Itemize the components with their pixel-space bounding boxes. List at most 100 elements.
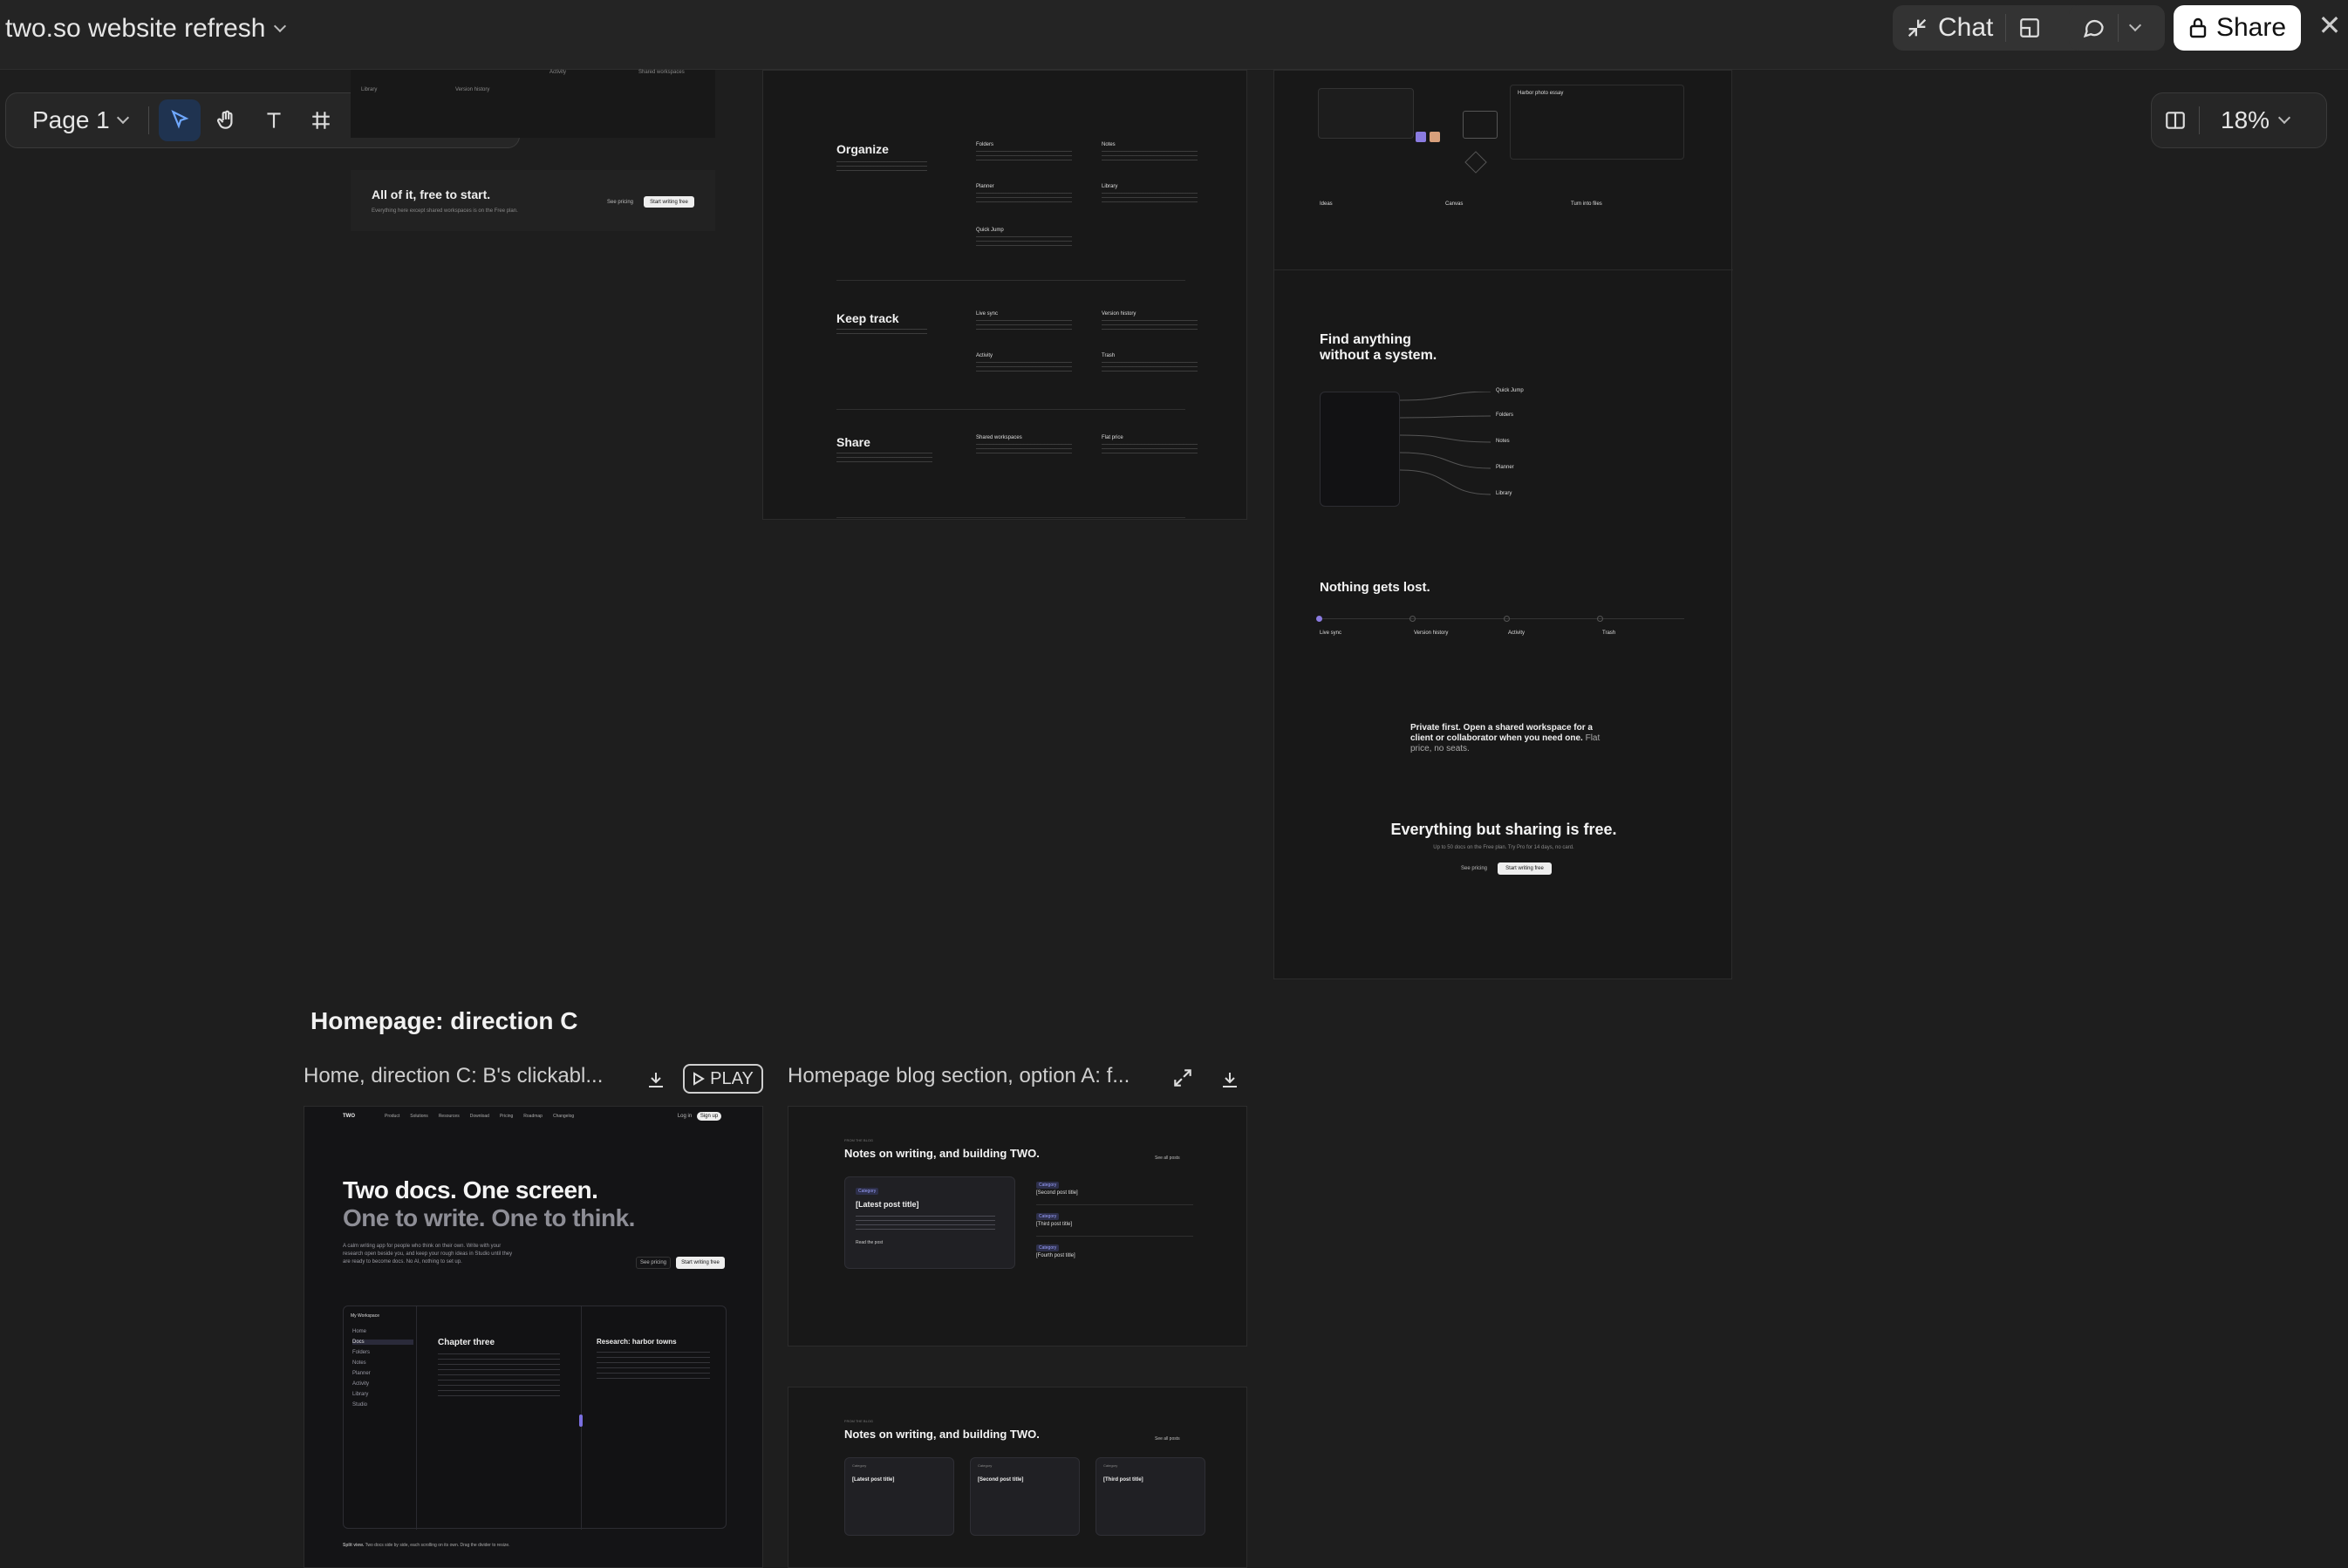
feature-item: Folders [976,142,994,147]
category-tag: Category [856,1188,879,1195]
pointer-icon [171,110,189,129]
feature-desc [1102,362,1198,374]
card-caption[interactable]: Home, direction C: B's clickabl... [304,1064,619,1088]
preview-blog-option-b[interactable]: FROM THE BLOG Notes on writing, and buil… [788,1387,1247,1568]
start-writing-button[interactable]: Start writing free [1498,862,1552,875]
nav-item[interactable]: Solutions [410,1114,428,1119]
featured-post-card[interactable]: Category [Latest post title] Read the po… [844,1176,1015,1269]
ideas-panel [1318,88,1414,139]
comments-menu-button[interactable] [2119,5,2152,51]
page-selector[interactable]: Page 1 [15,106,141,134]
post-title: [Latest post title] [852,1477,895,1483]
category-tag: Category [1036,1244,1060,1251]
free-title: Everything but sharing is free. [1390,821,1617,838]
group-title: Organize [836,142,889,156]
feature-desc [976,236,1072,249]
play-icon [693,1072,706,1086]
nav-item[interactable]: Changelog [553,1114,574,1119]
post-title[interactable]: [Fourth post title] [1036,1253,1075,1258]
page-label: Page 1 [32,106,110,133]
timeline-dot [1504,616,1510,622]
nav-item[interactable]: Resources [439,1114,460,1119]
share-button[interactable]: Share [2174,5,2301,51]
app-mock: My Workspace Home Docs Folders Notes Pla… [343,1306,727,1530]
feature-item: Quick Jump [976,228,1004,233]
document-title: two.so website refresh [5,14,266,43]
hero-subheadline: One to write. One to think. [343,1204,635,1231]
zoom-selector[interactable]: 18% [2200,106,2291,134]
hand-tool[interactable] [206,99,248,141]
layout-icon [2020,18,2040,37]
comments-icon [2083,19,2104,38]
timeline-dot [1409,616,1416,622]
doc-body [438,1353,560,1397]
see-pricing-button[interactable]: See pricing [1454,862,1494,875]
split-desc: Two docs side by side, each scrolling on… [365,1543,510,1548]
download-button[interactable] [642,1066,670,1094]
feature-desc [1102,444,1198,456]
expand-button[interactable] [1169,1064,1197,1092]
comments-button[interactable] [2069,5,2118,51]
section-heading[interactable]: Homepage: direction C [311,1007,577,1035]
start-writing-button[interactable]: Start writing free [644,196,694,208]
preview-blog-option-a[interactable]: FROM THE BLOG Notes on writing, and buil… [788,1106,1247,1346]
artboard-features-cards[interactable]: Library Version history Activity Shared … [351,70,715,138]
post-card[interactable]: Category [Third post title] [1096,1457,1205,1536]
all-posts-link[interactable]: See all posts [1155,1436,1180,1442]
artboard-features-list[interactable]: Organize Folders Notes Planner Library Q… [762,70,1247,520]
hero-headline: Two docs. One screen. [343,1176,598,1203]
text-tool[interactable] [253,99,295,141]
download-icon [649,1073,663,1087]
divider [836,517,1185,518]
blog-title: Notes on writing, and building TWO. [844,1147,1040,1160]
nav-item[interactable]: Roadmap [523,1114,543,1119]
blog-kicker: FROM THE BLOG [844,1419,874,1423]
find-title: Find anything without a system. [1320,332,1437,364]
sidebar-item: Docs [352,1340,413,1345]
artboard-cta[interactable]: All of it, free to start. Everything her… [351,170,715,231]
post-title[interactable]: [Third post title] [1036,1222,1072,1227]
chat-button[interactable]: Chat [1893,5,2005,51]
comments-group [2069,5,2165,51]
document-title-menu[interactable]: two.so website refresh [5,14,287,44]
see-pricing-button[interactable]: See pricing [636,1257,671,1269]
signup-button[interactable]: Sign up [697,1112,721,1121]
find-title-line: without a system. [1320,348,1437,363]
sidebar-item: Folders [352,1350,371,1355]
play-button[interactable]: PLAY [683,1064,763,1094]
post-card[interactable]: Category [Latest post title] [844,1457,954,1536]
card-caption[interactable]: Homepage blog section, option A: f... [788,1064,1154,1088]
all-posts-link[interactable]: See all posts [1155,1156,1180,1161]
blog-title: Notes on writing, and building TWO. [844,1428,1040,1441]
mini-item: Activity [549,70,567,75]
share-label: Share [2215,13,2287,42]
top-bar: two.so website refresh Chat Share ✕ [0,0,2348,70]
close-icon[interactable]: ✕ [2317,11,2343,39]
feature-desc [976,444,1072,456]
divider [1036,1204,1193,1205]
category-tag: Category [1036,1182,1060,1189]
nav-item[interactable]: Pricing [500,1114,513,1119]
feature-item: Version history [1414,631,1449,636]
zoom-panel: 18% [2151,92,2327,148]
preview-home-direction-c[interactable]: TWO Product Solutions Resources Download… [304,1106,763,1568]
select-tool[interactable] [158,99,201,141]
post-title[interactable]: [Second post title] [1036,1190,1078,1196]
nav-item[interactable]: Download [470,1114,489,1119]
read-post-link[interactable]: Read the post [856,1240,883,1245]
sidebar-toggle-button[interactable] [2164,109,2187,132]
nav-item[interactable]: Product [385,1114,399,1119]
feature-item: Live sync [976,311,999,317]
see-pricing-button[interactable]: See pricing [604,196,637,208]
layout-toggle-button[interactable] [2006,5,2053,51]
artboard-homepage-long[interactable]: Harbor photo essay Ideas Canvas Turn int… [1273,70,1733,979]
start-writing-button[interactable]: Start writing free [676,1257,725,1269]
login-link[interactable]: Log in [676,1112,693,1121]
hand-icon [216,110,233,129]
category-label: Category [978,1463,993,1468]
feature-desc [976,362,1072,374]
post-card[interactable]: Category [Second post title] [970,1457,1080,1536]
note-panel: Harbor photo essay [1510,85,1684,160]
frame-tool[interactable] [300,99,342,141]
download-button[interactable] [1216,1066,1244,1094]
